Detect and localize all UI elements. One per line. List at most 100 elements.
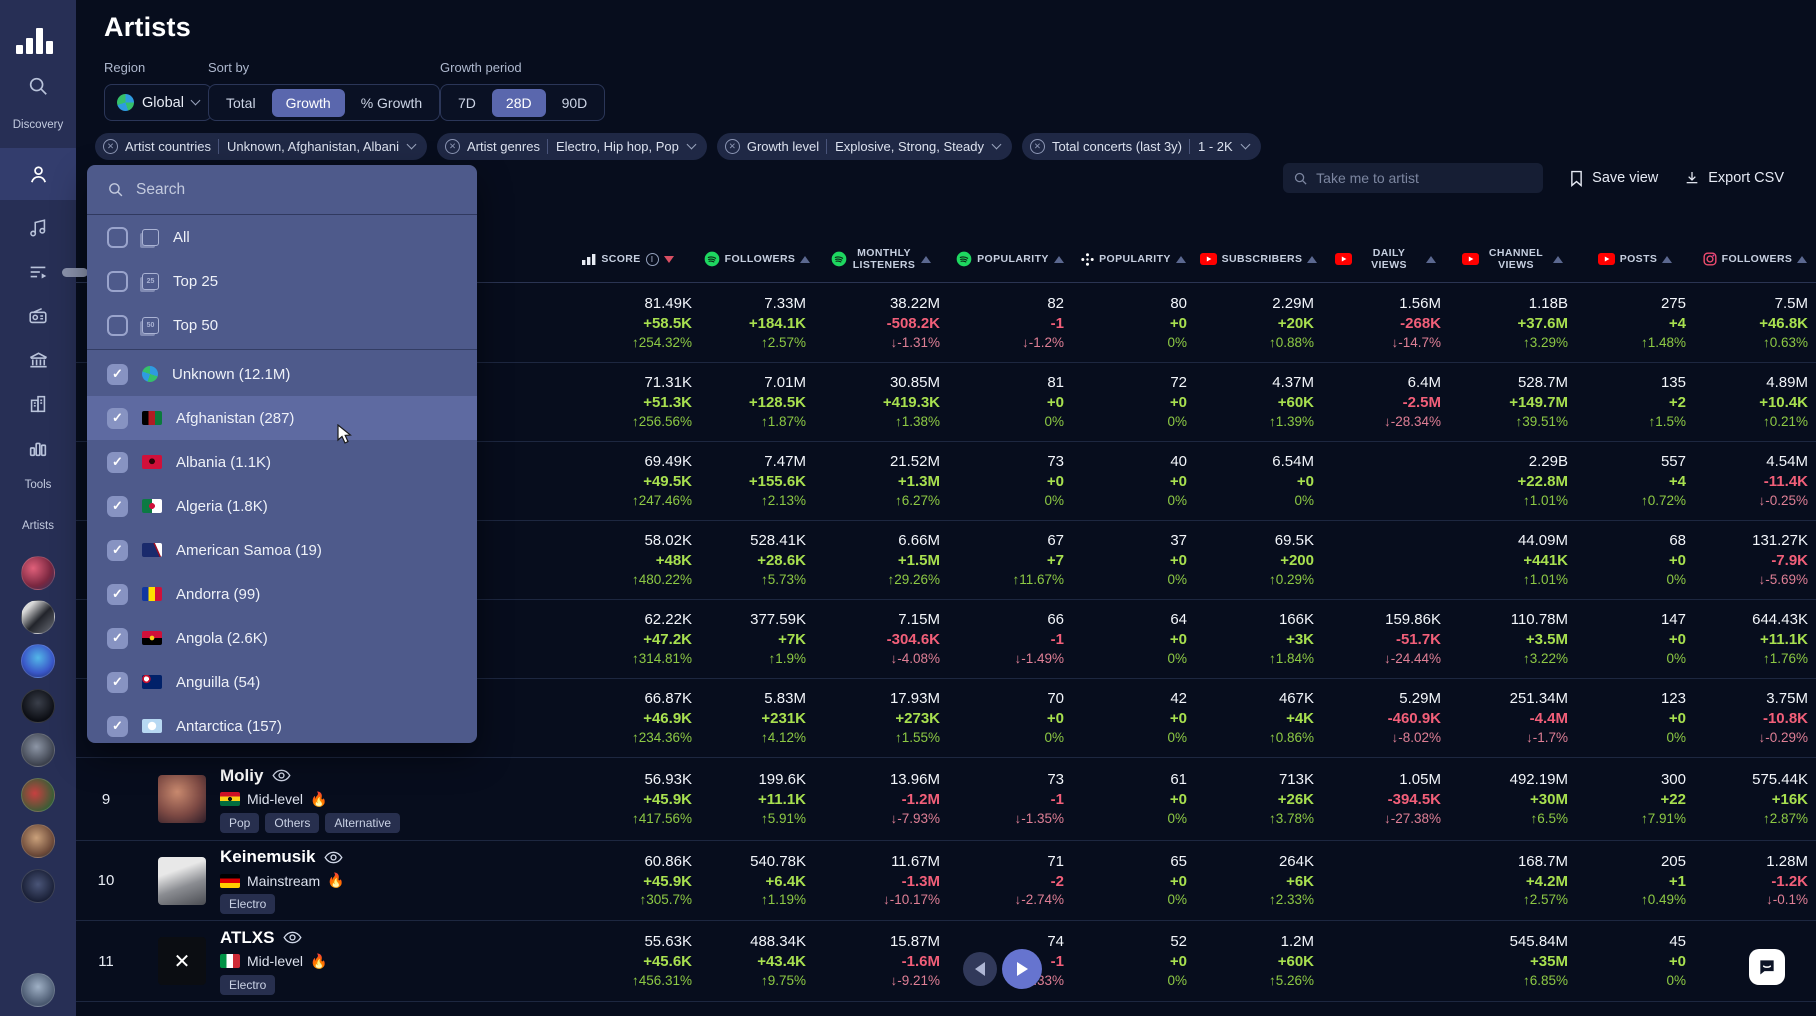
scrollbar-thumb[interactable]: [62, 268, 88, 277]
pinned-artist-avatar[interactable]: [21, 869, 55, 903]
checkbox-checked[interactable]: ✓: [107, 672, 128, 693]
remove-filter-icon[interactable]: ✕: [103, 139, 118, 154]
sidebar-item-festivals[interactable]: [0, 338, 76, 382]
sort-option-growth[interactable]: Growth: [272, 89, 345, 117]
artist-name[interactable]: ATLXS: [220, 928, 327, 948]
growth-option-7d[interactable]: 7D: [444, 89, 490, 117]
search-placeholder: Take me to artist: [1316, 170, 1419, 186]
metric-cell: 68+00%: [1576, 531, 1694, 588]
column-header-monthly-listeners[interactable]: MONTHLY LISTENERS: [814, 236, 948, 282]
column-header-popularity[interactable]: POPULARITY: [948, 236, 1072, 282]
sidebar-item-charts[interactable]: [0, 426, 76, 470]
remove-filter-icon[interactable]: ✕: [445, 139, 460, 154]
dropdown-country-anguilla[interactable]: ✓Anguilla (54): [87, 660, 477, 704]
genre-tag: Electro: [220, 894, 275, 914]
filter-chip[interactable]: ✕Growth levelExplosive, Strong, Steady: [717, 133, 1012, 160]
user-profile-avatar[interactable]: [21, 973, 55, 1007]
watchlist-eye-icon[interactable]: [272, 769, 291, 782]
dropdown-option-top-50[interactable]: 50Top 50: [87, 303, 477, 347]
pinned-artist-avatar[interactable]: [21, 600, 55, 634]
checkbox-checked[interactable]: ✓: [107, 540, 128, 561]
pinned-artist-avatar[interactable]: [21, 824, 55, 858]
save-view-button[interactable]: Save view: [1569, 170, 1658, 187]
spotify-icon: [956, 251, 972, 267]
artist-avatar[interactable]: ✕: [158, 937, 206, 985]
column-header-subscribers[interactable]: SUBSCRIBERS: [1195, 236, 1322, 282]
pinned-artist-avatar[interactable]: [21, 733, 55, 767]
growth-option-28d[interactable]: 28D: [492, 89, 546, 117]
sidebar-item-radio[interactable]: [0, 294, 76, 338]
metric-cell: 38.22M-508.2K↓-1.31%: [814, 294, 948, 351]
info-icon[interactable]: i: [646, 253, 659, 266]
app-logo-icon[interactable]: [16, 14, 60, 54]
search-icon[interactable]: [0, 64, 76, 108]
sidebar-item-tracks[interactable]: [0, 206, 76, 250]
column-header-posts[interactable]: POSTS: [1576, 236, 1694, 282]
dropdown-option-top-25[interactable]: 25Top 25: [87, 259, 477, 303]
pinned-artist-avatar[interactable]: [21, 556, 55, 590]
artists-label: Artists: [0, 520, 76, 532]
metric-cell: 264K+6K↑2.33%: [1195, 852, 1322, 909]
sidebar-item-labels[interactable]: [0, 382, 76, 426]
artist-avatar[interactable]: [158, 857, 206, 905]
region-select[interactable]: Global: [104, 84, 212, 121]
sort-option-total[interactable]: Total: [212, 89, 270, 117]
column-header-popularity[interactable]: POPULARITY: [1072, 236, 1195, 282]
watchlist-eye-icon[interactable]: [283, 931, 302, 944]
dropdown-search-input[interactable]: Search: [87, 165, 477, 215]
checkbox[interactable]: [107, 227, 128, 248]
filter-chip[interactable]: ✕Artist countriesUnknown, Afghanistan, A…: [95, 133, 427, 160]
remove-filter-icon[interactable]: ✕: [1030, 139, 1045, 154]
column-header-followers[interactable]: FOLLOWERS: [700, 236, 814, 282]
checkbox-checked[interactable]: ✓: [107, 716, 128, 737]
artist-avatar[interactable]: [158, 775, 206, 823]
filter-chip[interactable]: ✕Artist genresElectro, Hip hop, Pop: [437, 133, 707, 160]
checkbox[interactable]: [107, 271, 128, 292]
checkbox-checked[interactable]: ✓: [107, 496, 128, 517]
dropdown-option-all[interactable]: All: [87, 215, 477, 259]
next-page-button[interactable]: [1002, 949, 1042, 989]
pinned-artist-avatar[interactable]: [21, 689, 55, 723]
table-row[interactable]: 9MoliyMid-level🔥PopOthersAlternative56.9…: [76, 758, 1816, 841]
artist-name[interactable]: Moliy: [220, 766, 400, 786]
pinned-artist-avatar[interactable]: [21, 644, 55, 678]
sidebar-item-artists[interactable]: [0, 148, 76, 200]
table-row[interactable]: 10KeinemusikMainstream🔥Electro60.86K+45.…: [76, 841, 1816, 921]
artist-search-input[interactable]: Take me to artist: [1283, 163, 1543, 193]
country-flag-icon: [142, 543, 162, 557]
metric-cell: 6.4M-2.5M↓-28.34%: [1322, 373, 1449, 430]
column-header-daily-views[interactable]: DAILY VIEWS: [1322, 236, 1449, 282]
checkbox-checked[interactable]: ✓: [107, 584, 128, 605]
chip-value: Unknown, Afghanistan, Albani: [218, 139, 399, 154]
column-header-score[interactable]: SCOREi: [556, 236, 700, 282]
dropdown-country-antarctica[interactable]: ✓Antarctica (157): [87, 704, 477, 743]
column-header-channel-views[interactable]: CHANNEL VIEWS: [1449, 236, 1576, 282]
chat-launcher-button[interactable]: [1749, 949, 1785, 985]
sort-option-growth[interactable]: % Growth: [347, 89, 436, 117]
table-row[interactable]: 11✕ATLXSMid-level🔥Electro55.63K+45.6K↑45…: [76, 921, 1816, 1002]
dropdown-country-american-samoa[interactable]: ✓American Samoa (19): [87, 528, 477, 572]
chat-bubble-icon: [1757, 957, 1777, 977]
column-header-followers[interactable]: FOLLOWERS: [1694, 236, 1816, 282]
checkbox-checked[interactable]: ✓: [107, 364, 128, 385]
artist-name[interactable]: Keinemusik: [220, 847, 345, 867]
dropdown-country-angola[interactable]: ✓Angola (2.6K): [87, 616, 477, 660]
watchlist-eye-icon[interactable]: [324, 851, 343, 864]
export-csv-button[interactable]: Export CSV: [1684, 170, 1784, 186]
checkbox-checked[interactable]: ✓: [107, 408, 128, 429]
pinned-artist-avatar[interactable]: [21, 778, 55, 812]
remove-filter-icon[interactable]: ✕: [725, 139, 740, 154]
country-flag-icon: [142, 675, 162, 689]
checkbox-checked[interactable]: ✓: [107, 628, 128, 649]
dropdown-country-afghanistan[interactable]: ✓Afghanistan (287): [87, 396, 477, 440]
checkbox[interactable]: [107, 315, 128, 336]
dropdown-country-unknown[interactable]: ✓Unknown (12.1M): [87, 352, 477, 396]
prev-page-button[interactable]: [963, 952, 997, 986]
dropdown-country-albania[interactable]: ✓Albania (1.1K): [87, 440, 477, 484]
dropdown-country-algeria[interactable]: ✓Algeria (1.8K): [87, 484, 477, 528]
dropdown-country-andorra[interactable]: ✓Andorra (99): [87, 572, 477, 616]
filter-chip[interactable]: ✕Total concerts (last 3y)1 - 2K: [1022, 133, 1261, 160]
metric-cell: 1.2M+60K↑5.26%: [1195, 932, 1322, 989]
checkbox-checked[interactable]: ✓: [107, 452, 128, 473]
growth-option-90d[interactable]: 90D: [548, 89, 602, 117]
